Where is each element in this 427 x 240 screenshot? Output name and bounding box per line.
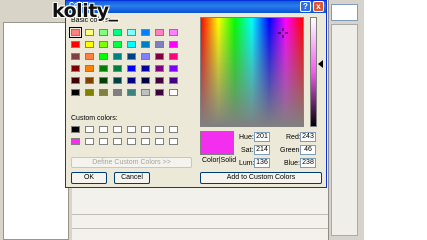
basic-color-swatch[interactable] [85,65,94,72]
basic-color-swatch[interactable] [99,29,108,36]
basic-color-swatch[interactable] [71,53,80,60]
basic-color-swatch[interactable] [169,41,178,48]
custom-color-swatch[interactable] [155,138,164,145]
basic-color-swatch[interactable] [169,89,178,96]
basic-color-swatch[interactable] [155,29,164,36]
basic-color-swatch[interactable] [141,77,150,84]
right-list [331,24,358,236]
basic-color-swatch[interactable] [99,53,108,60]
custom-color-swatch[interactable] [169,138,178,145]
basic-color-swatch[interactable] [155,77,164,84]
color-spectrum[interactable] [200,17,304,127]
color-preview [200,131,234,155]
basic-color-swatch[interactable] [71,77,80,84]
lum-label: Lum: [239,160,255,167]
sat-label: Sat: [241,147,254,154]
green-field[interactable]: 46 [300,145,316,155]
close-button[interactable]: x [313,1,324,12]
basic-color-swatch[interactable] [141,89,150,96]
custom-color-swatch[interactable] [113,126,122,133]
luminosity-arrow-icon[interactable] [318,60,323,68]
basic-color-swatch[interactable] [85,89,94,96]
custom-color-swatch[interactable] [113,138,122,145]
lum-field[interactable]: 136 [254,158,270,168]
basic-color-swatch[interactable] [127,89,136,96]
custom-color-swatch[interactable] [99,138,108,145]
basic-color-swatch[interactable] [113,41,122,48]
basic-color-swatch[interactable] [155,53,164,60]
basic-color-swatch[interactable] [99,65,108,72]
basic-color-swatch[interactable] [127,41,136,48]
right-canvas [364,0,427,240]
custom-color-swatch[interactable] [169,126,178,133]
preview-label: Color|Solid [202,157,237,164]
basic-color-swatch[interactable] [127,77,136,84]
basic-color-swatch[interactable] [169,77,178,84]
divider [72,228,328,229]
basic-color-swatch[interactable] [85,29,94,36]
divider [72,214,328,215]
red-field[interactable]: 243 [300,132,316,142]
basic-color-swatch[interactable] [113,29,122,36]
basic-color-swatch[interactable] [85,53,94,60]
green-label: Green: [280,147,302,154]
blue-label: Blue: [284,160,300,167]
basic-color-swatch[interactable] [71,65,80,72]
basic-color-swatch[interactable] [85,77,94,84]
help-button[interactable]: ? [300,1,311,12]
blue-field[interactable]: 238 [300,158,316,168]
left-list [3,22,69,240]
basic-color-swatch[interactable] [99,77,108,84]
hue-label: Hue: [239,134,254,141]
custom-color-swatch[interactable] [71,126,80,133]
basic-color-swatch[interactable] [169,53,178,60]
watermark-logo: kolity_ [52,0,118,22]
custom-color-swatch[interactable] [127,138,136,145]
custom-color-swatch[interactable] [127,126,136,133]
basic-color-swatch[interactable] [127,29,136,36]
cancel-button[interactable]: Cancel [114,172,150,184]
custom-color-swatch[interactable] [141,138,150,145]
red-label: Red: [286,134,301,141]
basic-color-swatch[interactable] [141,53,150,60]
basic-color-swatch[interactable] [141,65,150,72]
custom-color-swatch[interactable] [71,138,80,145]
basic-color-swatch[interactable] [99,41,108,48]
sat-field[interactable]: 214 [254,145,270,155]
basic-color-swatch[interactable] [155,89,164,96]
basic-color-swatch[interactable] [155,65,164,72]
add-to-custom-colors-button[interactable]: Add to Custom Colors [200,172,322,184]
basic-color-swatch[interactable] [169,29,178,36]
right-field[interactable] [331,4,358,21]
basic-color-swatch[interactable] [85,41,94,48]
basic-color-swatch[interactable] [127,53,136,60]
custom-color-swatch[interactable] [85,126,94,133]
basic-color-swatch[interactable] [113,65,122,72]
basic-color-swatch[interactable] [169,65,178,72]
custom-colors-label: Custom colors: [71,115,118,122]
basic-color-swatch[interactable] [155,41,164,48]
basic-color-swatch[interactable] [127,65,136,72]
crosshair-icon [278,28,288,38]
basic-color-swatch[interactable] [99,89,108,96]
hue-field[interactable]: 201 [254,132,270,142]
basic-color-swatch[interactable] [71,89,80,96]
basic-color-swatch[interactable] [113,53,122,60]
custom-color-swatch[interactable] [155,126,164,133]
basic-color-swatch[interactable] [69,27,82,38]
basic-color-swatch[interactable] [141,41,150,48]
define-custom-colors-button[interactable]: Define Custom Colors >> [71,157,192,168]
basic-color-swatch[interactable] [141,29,150,36]
luminosity-slider[interactable] [310,17,317,127]
color-dialog: Color ? x Basic colors: Custom colors: D… [65,0,327,188]
custom-color-swatch[interactable] [85,138,94,145]
basic-color-swatch[interactable] [71,41,80,48]
custom-color-swatch[interactable] [99,126,108,133]
custom-color-swatch[interactable] [141,126,150,133]
basic-color-swatch[interactable] [113,89,122,96]
ok-button[interactable]: OK [71,172,107,184]
basic-color-swatch[interactable] [113,77,122,84]
